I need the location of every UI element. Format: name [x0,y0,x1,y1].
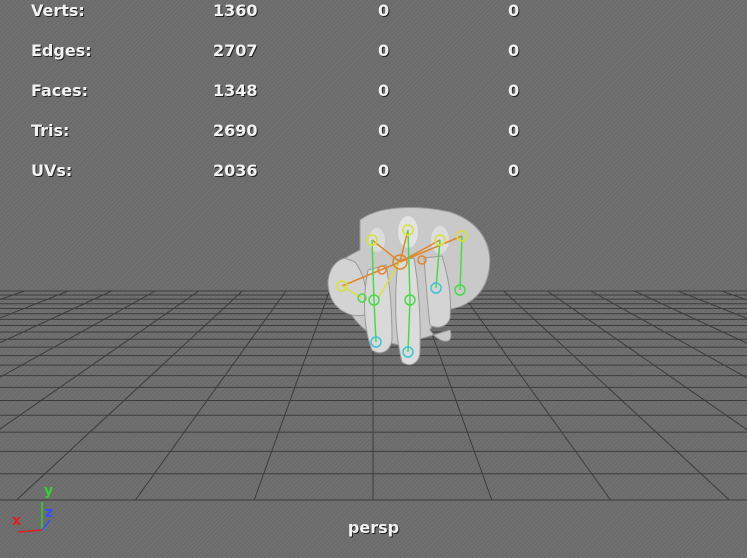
view-axis-gizmo-icon: y x z [10,484,60,536]
hud-label: UVs: [31,161,73,180]
grid-line [134,290,287,501]
axis-x-label: x [12,513,22,529]
hud-label: Faces: [31,81,89,100]
grid-line [634,290,747,344]
hud-row-edges: Edges: 2707 0 0 [0,40,560,80]
grid-line [590,290,747,379]
hud-value: 0 [508,41,520,60]
hud-value: 0 [508,121,520,140]
grid-line [0,290,112,344]
hud-value: 0 [378,161,390,180]
hud-row-uvs: UVs: 2036 0 0 [0,160,560,200]
grid-line [721,290,747,301]
axis-z-label: z [45,505,54,521]
hud-row-verts: Verts: 1360 0 0 [0,0,560,40]
hud-label: Verts: [31,1,85,20]
hud-value: 0 [378,1,390,20]
grid-line [459,290,612,501]
poly-count-hud: Verts: 1360 0 0 Edges: 2707 0 0 Faces: 1… [0,0,560,200]
hud-row-faces: Faces: 1348 0 0 [0,80,560,120]
hud-label: Edges: [31,41,92,60]
grid-line [253,290,330,501]
finger-index-shape [364,264,393,354]
hud-value: 0 [508,81,520,100]
hud-value: 0 [508,1,520,20]
hud-value: 0 [378,81,390,100]
persp-viewport[interactable]: Verts: 1360 0 0 Edges: 2707 0 0 Faces: 1… [0,0,747,558]
hud-value: 0 [378,121,390,140]
hud-value: 1348 [213,81,258,100]
grid-line [16,290,243,501]
grid-line [0,290,156,378]
hud-value: 2690 [213,121,258,140]
hud-value: 2707 [213,41,258,60]
hud-value: 0 [508,161,520,180]
grid-line [677,290,747,319]
hud-value: 1360 [213,1,258,20]
grid-line [503,290,730,501]
axis-y-label: y [44,483,54,499]
hud-value: 2036 [213,161,258,180]
grid-line [0,290,69,319]
hud-row-tris: Tris: 2690 0 0 [0,120,560,160]
camera-name-label: persp [347,518,400,537]
grid-line [0,290,25,301]
hud-label: Tris: [31,121,70,140]
hud-value: 0 [378,41,390,60]
